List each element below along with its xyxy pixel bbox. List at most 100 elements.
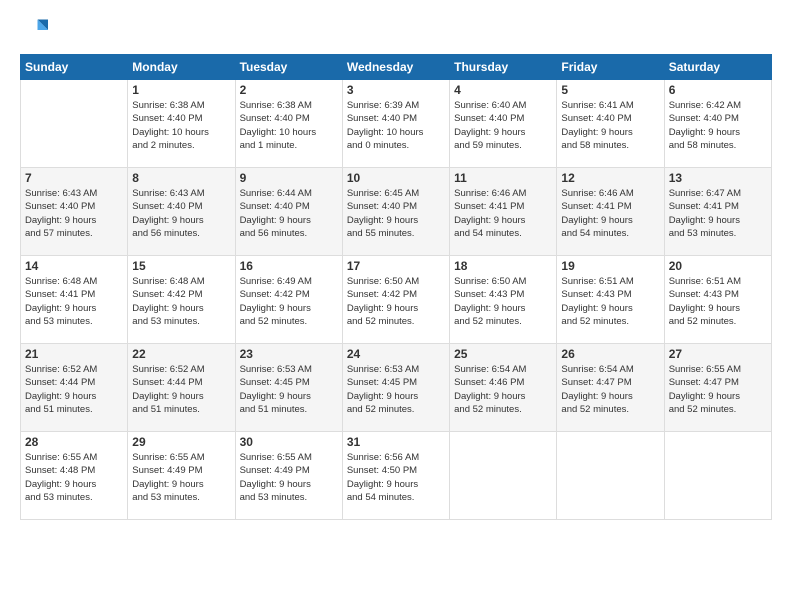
calendar-cell: 22Sunrise: 6:52 AM Sunset: 4:44 PM Dayli…	[128, 344, 235, 432]
day-info: Sunrise: 6:50 AM Sunset: 4:43 PM Dayligh…	[454, 275, 552, 328]
day-number: 1	[132, 83, 230, 97]
calendar-cell: 9Sunrise: 6:44 AM Sunset: 4:40 PM Daylig…	[235, 168, 342, 256]
calendar-week-row: 7 Sunrise: 6:43 AM Sunset: 4:40 PM Daylig…	[21, 168, 772, 256]
day-number: 6	[669, 83, 767, 97]
calendar-week-row: 21 Sunrise: 6:52 AM Sunset: 4:44 PM Dayli…	[21, 344, 772, 432]
day-number: 18	[454, 259, 552, 273]
day-number: 19	[561, 259, 659, 273]
calendar-body: 1 Sunrise: 6:38 AM Sunset: 4:40 PM Daylig…	[21, 80, 772, 520]
calendar-week-row: 1 Sunrise: 6:38 AM Sunset: 4:40 PM Daylig…	[21, 80, 772, 168]
day-number: 11	[454, 171, 552, 185]
calendar: SundayMondayTuesdayWednesdayThursdayFrid…	[20, 54, 772, 520]
calendar-cell: 8 Sunrise: 6:43 AM Sunset: 4:40 PM Daylig…	[128, 168, 235, 256]
day-info: Sunrise: 6:45 AM Sunset: 4:40 PM Dayligh…	[347, 187, 445, 240]
calendar-cell: 3 Sunrise: 6:39 AM Sunset: 4:40 PM Daylig…	[342, 80, 449, 168]
day-info: Sunrise: 6:38 AM Sunset: 4:40 PM Dayligh…	[132, 99, 230, 152]
calendar-cell	[664, 432, 771, 520]
day-info: Sunrise: 6:40 AM Sunset: 4:40 PM Dayligh…	[454, 99, 552, 152]
calendar-cell: 24Sunrise: 6:53 AM Sunset: 4:45 PM Dayli…	[342, 344, 449, 432]
day-info: Sunrise: 6:51 AM Sunset: 4:43 PM Dayligh…	[561, 275, 659, 328]
calendar-cell: 12Sunrise: 6:46 AM Sunset: 4:41 PM Dayli…	[557, 168, 664, 256]
day-number: 20	[669, 259, 767, 273]
day-info: Sunrise: 6:52 AM Sunset: 4:44 PM Dayligh…	[132, 363, 230, 416]
day-info: Sunrise: 6:43 AM Sunset: 4:40 PM Dayligh…	[25, 187, 123, 240]
day-info: Sunrise: 6:54 AM Sunset: 4:47 PM Dayligh…	[561, 363, 659, 416]
weekday-row: SundayMondayTuesdayWednesdayThursdayFrid…	[21, 55, 772, 80]
day-number: 26	[561, 347, 659, 361]
weekday-header: Saturday	[664, 55, 771, 80]
day-number: 14	[25, 259, 123, 273]
calendar-cell: 20Sunrise: 6:51 AM Sunset: 4:43 PM Dayli…	[664, 256, 771, 344]
day-info: Sunrise: 6:47 AM Sunset: 4:41 PM Dayligh…	[669, 187, 767, 240]
day-number: 4	[454, 83, 552, 97]
day-info: Sunrise: 6:54 AM Sunset: 4:46 PM Dayligh…	[454, 363, 552, 416]
day-info: Sunrise: 6:43 AM Sunset: 4:40 PM Dayligh…	[132, 187, 230, 240]
calendar-cell: 26 Sunrise: 6:54 AM Sunset: 4:47 PM Dayli…	[557, 344, 664, 432]
calendar-cell: 23 Sunrise: 6:53 AM Sunset: 4:45 PM Dayli…	[235, 344, 342, 432]
day-number: 7	[25, 171, 123, 185]
calendar-cell: 2 Sunrise: 6:38 AM Sunset: 4:40 PM Daylig…	[235, 80, 342, 168]
calendar-week-row: 14 Sunrise: 6:48 AM Sunset: 4:41 PM Dayli…	[21, 256, 772, 344]
day-number: 17	[347, 259, 445, 273]
day-info: Sunrise: 6:48 AM Sunset: 4:41 PM Dayligh…	[25, 275, 123, 328]
day-number: 2	[240, 83, 338, 97]
day-info: Sunrise: 6:55 AM Sunset: 4:47 PM Dayligh…	[669, 363, 767, 416]
calendar-cell: 17Sunrise: 6:50 AM Sunset: 4:42 PM Dayli…	[342, 256, 449, 344]
calendar-cell: 7 Sunrise: 6:43 AM Sunset: 4:40 PM Daylig…	[21, 168, 128, 256]
day-info: Sunrise: 6:55 AM Sunset: 4:49 PM Dayligh…	[240, 451, 338, 504]
calendar-week-row: 28Sunrise: 6:55 AM Sunset: 4:48 PM Dayli…	[21, 432, 772, 520]
calendar-cell: 21 Sunrise: 6:52 AM Sunset: 4:44 PM Dayli…	[21, 344, 128, 432]
calendar-cell: 4 Sunrise: 6:40 AM Sunset: 4:40 PM Daylig…	[450, 80, 557, 168]
day-info: Sunrise: 6:53 AM Sunset: 4:45 PM Dayligh…	[347, 363, 445, 416]
day-number: 25	[454, 347, 552, 361]
day-number: 8	[132, 171, 230, 185]
day-number: 29	[132, 435, 230, 449]
day-info: Sunrise: 6:39 AM Sunset: 4:40 PM Dayligh…	[347, 99, 445, 152]
calendar-cell: 29 Sunrise: 6:55 AM Sunset: 4:49 PM Dayli…	[128, 432, 235, 520]
day-info: Sunrise: 6:46 AM Sunset: 4:41 PM Dayligh…	[454, 187, 552, 240]
day-number: 10	[347, 171, 445, 185]
day-info: Sunrise: 6:46 AM Sunset: 4:41 PM Dayligh…	[561, 187, 659, 240]
calendar-header: SundayMondayTuesdayWednesdayThursdayFrid…	[21, 55, 772, 80]
day-number: 23	[240, 347, 338, 361]
day-number: 9	[240, 171, 338, 185]
day-number: 16	[240, 259, 338, 273]
day-number: 15	[132, 259, 230, 273]
calendar-cell	[21, 80, 128, 168]
day-info: Sunrise: 6:41 AM Sunset: 4:40 PM Dayligh…	[561, 99, 659, 152]
header	[20, 16, 772, 44]
calendar-cell: 5Sunrise: 6:41 AM Sunset: 4:40 PM Daylig…	[557, 80, 664, 168]
day-number: 3	[347, 83, 445, 97]
day-number: 21	[25, 347, 123, 361]
calendar-cell: 16 Sunrise: 6:49 AM Sunset: 4:42 PM Dayli…	[235, 256, 342, 344]
day-info: Sunrise: 6:49 AM Sunset: 4:42 PM Dayligh…	[240, 275, 338, 328]
day-number: 31	[347, 435, 445, 449]
weekday-header: Friday	[557, 55, 664, 80]
day-number: 30	[240, 435, 338, 449]
weekday-header: Wednesday	[342, 55, 449, 80]
calendar-cell	[450, 432, 557, 520]
day-info: Sunrise: 6:53 AM Sunset: 4:45 PM Dayligh…	[240, 363, 338, 416]
weekday-header: Sunday	[21, 55, 128, 80]
day-info: Sunrise: 6:55 AM Sunset: 4:48 PM Dayligh…	[25, 451, 123, 504]
weekday-header: Monday	[128, 55, 235, 80]
calendar-cell: 14 Sunrise: 6:48 AM Sunset: 4:41 PM Dayli…	[21, 256, 128, 344]
calendar-cell: 19 Sunrise: 6:51 AM Sunset: 4:43 PM Dayli…	[557, 256, 664, 344]
calendar-cell: 27 Sunrise: 6:55 AM Sunset: 4:47 PM Dayli…	[664, 344, 771, 432]
logo	[20, 16, 52, 44]
calendar-cell: 18 Sunrise: 6:50 AM Sunset: 4:43 PM Dayli…	[450, 256, 557, 344]
calendar-cell: 10 Sunrise: 6:45 AM Sunset: 4:40 PM Dayli…	[342, 168, 449, 256]
day-number: 27	[669, 347, 767, 361]
weekday-header: Thursday	[450, 55, 557, 80]
calendar-cell: 11 Sunrise: 6:46 AM Sunset: 4:41 PM Dayli…	[450, 168, 557, 256]
day-info: Sunrise: 6:55 AM Sunset: 4:49 PM Dayligh…	[132, 451, 230, 504]
page: SundayMondayTuesdayWednesdayThursdayFrid…	[0, 0, 792, 612]
day-info: Sunrise: 6:48 AM Sunset: 4:42 PM Dayligh…	[132, 275, 230, 328]
day-info: Sunrise: 6:52 AM Sunset: 4:44 PM Dayligh…	[25, 363, 123, 416]
day-info: Sunrise: 6:38 AM Sunset: 4:40 PM Dayligh…	[240, 99, 338, 152]
calendar-cell	[557, 432, 664, 520]
weekday-header: Tuesday	[235, 55, 342, 80]
day-number: 13	[669, 171, 767, 185]
calendar-cell: 6Sunrise: 6:42 AM Sunset: 4:40 PM Daylig…	[664, 80, 771, 168]
calendar-cell: 25 Sunrise: 6:54 AM Sunset: 4:46 PM Dayli…	[450, 344, 557, 432]
